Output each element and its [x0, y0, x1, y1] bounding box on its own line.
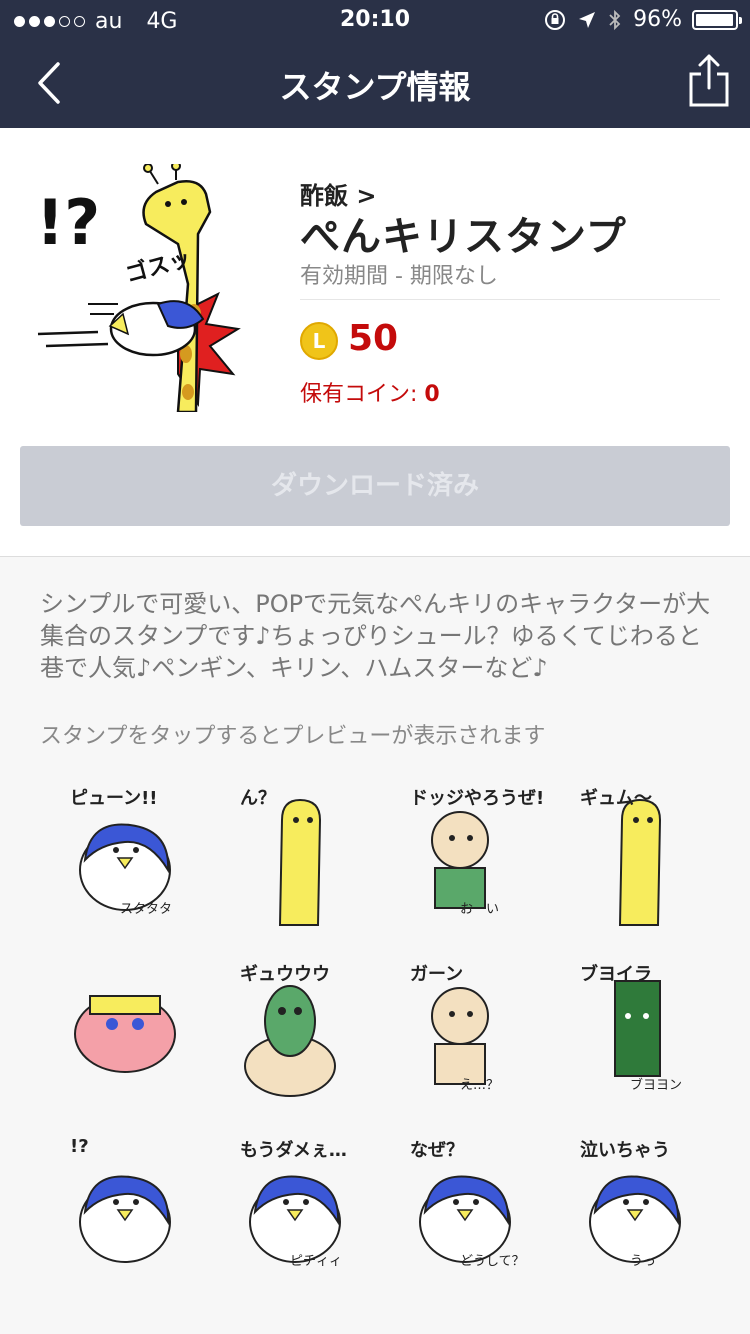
sticker-giraffe-n[interactable]: ん？ — [220, 780, 370, 930]
sticker-blue-bird-moudame[interactable]: もうダメぇ… ピチィィ — [220, 1132, 370, 1282]
sticker-boy-dodge[interactable]: ドッジやろうぜ! おーい — [390, 780, 544, 930]
sticker-penguin-exclaim[interactable]: !? — [50, 1132, 200, 1282]
sticker-info-card: !? ゴスッ 酢飯 > ぺんキリスタンプ 有効期間 - 期限なし L 50 保有… — [0, 128, 750, 557]
location-icon — [579, 11, 596, 28]
coin-icon: L — [300, 322, 338, 360]
sticker-bird-gaan[interactable]: ガーンえ…？ — [390, 956, 540, 1106]
hero-sfx-text: ゴスッ — [123, 245, 194, 287]
price: 50 — [348, 318, 399, 359]
sticker-caption: ピューン!! — [70, 788, 158, 809]
sticker-caption: ギュウウウ — [240, 964, 330, 985]
status-bar: au 4G 20:10 96% — [0, 0, 750, 40]
divider — [300, 299, 720, 300]
header: au 4G 20:10 96% スタンプ情報 — [0, 0, 750, 128]
owned-coins-value: 0 — [424, 382, 440, 407]
sticker-caption: もうダメぇ… — [240, 1140, 347, 1161]
sticker-main-image: !? ゴスッ — [36, 164, 241, 412]
share-icon[interactable] — [688, 52, 730, 108]
download-button[interactable]: ダウンロード済み — [20, 446, 730, 526]
sticker-caption: ガーン — [410, 964, 464, 985]
sticker-kappa-gyuu[interactable]: ギュウウウ — [220, 956, 370, 1106]
nav-bar: スタンプ情報 — [0, 40, 750, 128]
validity-text: 有効期間 - 期限なし — [300, 264, 498, 289]
sticker-caption: なぜ？ — [410, 1140, 464, 1161]
sticker-caption: !? — [70, 1136, 89, 1157]
sticker-caption: ドッジやろうぜ! — [410, 788, 545, 809]
battery-percent: 96% — [633, 7, 682, 32]
sticker-penguin-naze[interactable]: なぜ？ どうして？ — [390, 1132, 540, 1282]
battery-icon — [692, 9, 742, 30]
sticker-giraffe-gyumu[interactable]: ギュム〜 — [560, 780, 710, 930]
sticker-penguin-pyu[interactable]: ピューン!! スタタタ — [50, 780, 200, 930]
sticker-description: シンプルで可愛い、POPで元気なぺんキリのキャラクターが大集合のスタンプです♪ち… — [40, 590, 711, 682]
preview-hint: スタンプをタップするとプレビューが表示されます — [40, 724, 546, 749]
sticker-caption: ギュム〜 — [580, 788, 652, 809]
sticker-subcaption: スタタタ — [120, 902, 173, 917]
sticker-sheep[interactable] — [50, 956, 200, 1106]
bluetooth-icon — [609, 9, 621, 30]
owned-coins-label: 保有コイン: — [300, 382, 425, 407]
sticker-subcaption: ピチィィ — [290, 1254, 343, 1269]
sticker-subcaption: おーい — [460, 902, 500, 917]
sticker-title: ぺんキリスタンプ — [300, 214, 627, 260]
sticker-caption: 泣いちゃう — [580, 1140, 670, 1161]
sticker-caption: ブヨイラ — [580, 964, 652, 985]
hero-exclaim-text: !? — [36, 186, 100, 259]
sticker-subcaption: うっ — [630, 1254, 657, 1269]
rotation-lock-icon — [545, 9, 566, 30]
page-title: スタンプ情報 — [279, 68, 471, 106]
sticker-subcaption: え…？ — [460, 1078, 500, 1093]
sticker-subcaption: どうして？ — [460, 1254, 525, 1269]
sticker-image — [74, 995, 176, 1073]
owned-coins: 保有コイン: 0 — [300, 376, 440, 408]
sticker-green-block[interactable]: ブヨイラブヨヨン — [560, 956, 710, 1106]
sticker-penguin-crying[interactable]: 泣いちゃううっ — [560, 1132, 710, 1282]
sticker-caption: ん？ — [240, 788, 276, 809]
sticker-subcaption: ブヨヨン — [630, 1078, 683, 1093]
